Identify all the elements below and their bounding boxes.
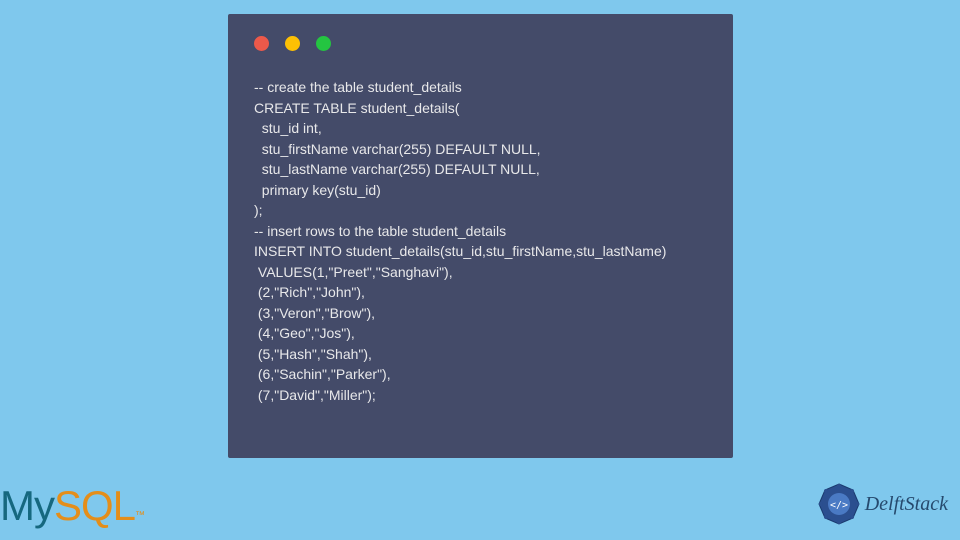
- minimize-icon: [285, 36, 300, 51]
- mysql-sql-text: SQL: [54, 482, 135, 529]
- code-content: -- create the table student_details CREA…: [228, 51, 733, 405]
- mysql-logo: MySQL™: [0, 482, 144, 530]
- maximize-icon: [316, 36, 331, 51]
- mysql-tm-text: ™: [135, 510, 144, 521]
- window-controls: [228, 14, 733, 51]
- code-window: -- create the table student_details CREA…: [228, 14, 733, 458]
- svg-text:</>: </>: [830, 500, 848, 511]
- mysql-my-text: My: [0, 482, 54, 529]
- close-icon: [254, 36, 269, 51]
- delftstack-logo: </> DelftStack: [817, 482, 948, 526]
- delftstack-icon: </>: [817, 482, 861, 526]
- delftstack-text: DelftStack: [865, 493, 948, 516]
